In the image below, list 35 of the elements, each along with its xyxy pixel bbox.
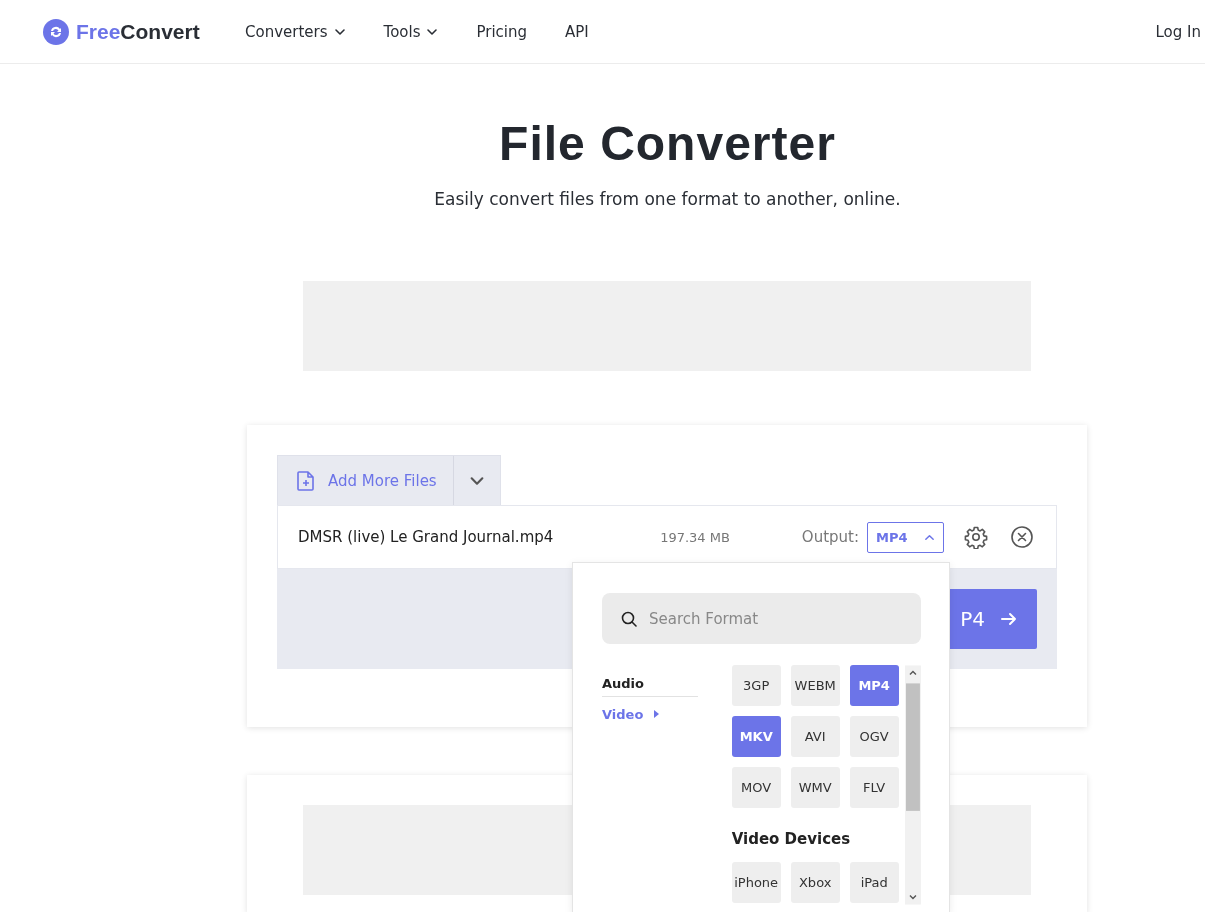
output-label: Output: [801, 528, 859, 546]
format-select[interactable]: MP4 [867, 521, 944, 553]
format-option[interactable]: MOV [731, 767, 781, 808]
settings-icon [964, 525, 988, 549]
nav-link[interactable]: Tools [383, 22, 439, 41]
nav-link[interactable]: Converters [245, 22, 346, 41]
category-item[interactable]: Audio [602, 670, 698, 697]
login-link[interactable]: Log In [1155, 22, 1201, 41]
file-name: DMSR (live) Le Grand Journal.mp4 [298, 528, 555, 546]
search-icon [620, 610, 638, 628]
format-option[interactable]: 3GP [731, 665, 781, 706]
format-option[interactable]: iPad [849, 862, 899, 903]
format-option[interactable]: iPhone [731, 862, 781, 903]
format-option[interactable]: WMV [790, 767, 840, 808]
format-option[interactable]: MKV [731, 716, 781, 757]
format-option[interactable]: WEBM [790, 665, 840, 706]
category-item[interactable]: Video [602, 701, 698, 727]
logo-text[interactable]: FreeConvert [76, 19, 200, 44]
format-option[interactable]: MP4 [849, 665, 899, 706]
page-subtitle: Easily convert files from one format to another, online. [433, 189, 902, 209]
nav-link[interactable]: Pricing [476, 22, 528, 41]
page-title: File Converter [498, 116, 837, 171]
nav-link[interactable]: API [565, 22, 589, 41]
format-option[interactable]: Xbox [790, 862, 840, 903]
remove-button[interactable] [1008, 523, 1036, 551]
close-icon [1010, 525, 1034, 549]
caret-right-icon [653, 710, 660, 718]
search-field[interactable]: Search Format [602, 593, 921, 644]
format-option[interactable]: OGV [849, 716, 899, 757]
file-size: 197.34 MB [660, 529, 731, 545]
format-option[interactable]: FLV [849, 767, 899, 808]
logo-icon [43, 18, 69, 45]
file-plus-icon [296, 469, 316, 492]
section-heading: Video Devices [731, 830, 852, 848]
format-option[interactable]: AVI [790, 716, 840, 757]
